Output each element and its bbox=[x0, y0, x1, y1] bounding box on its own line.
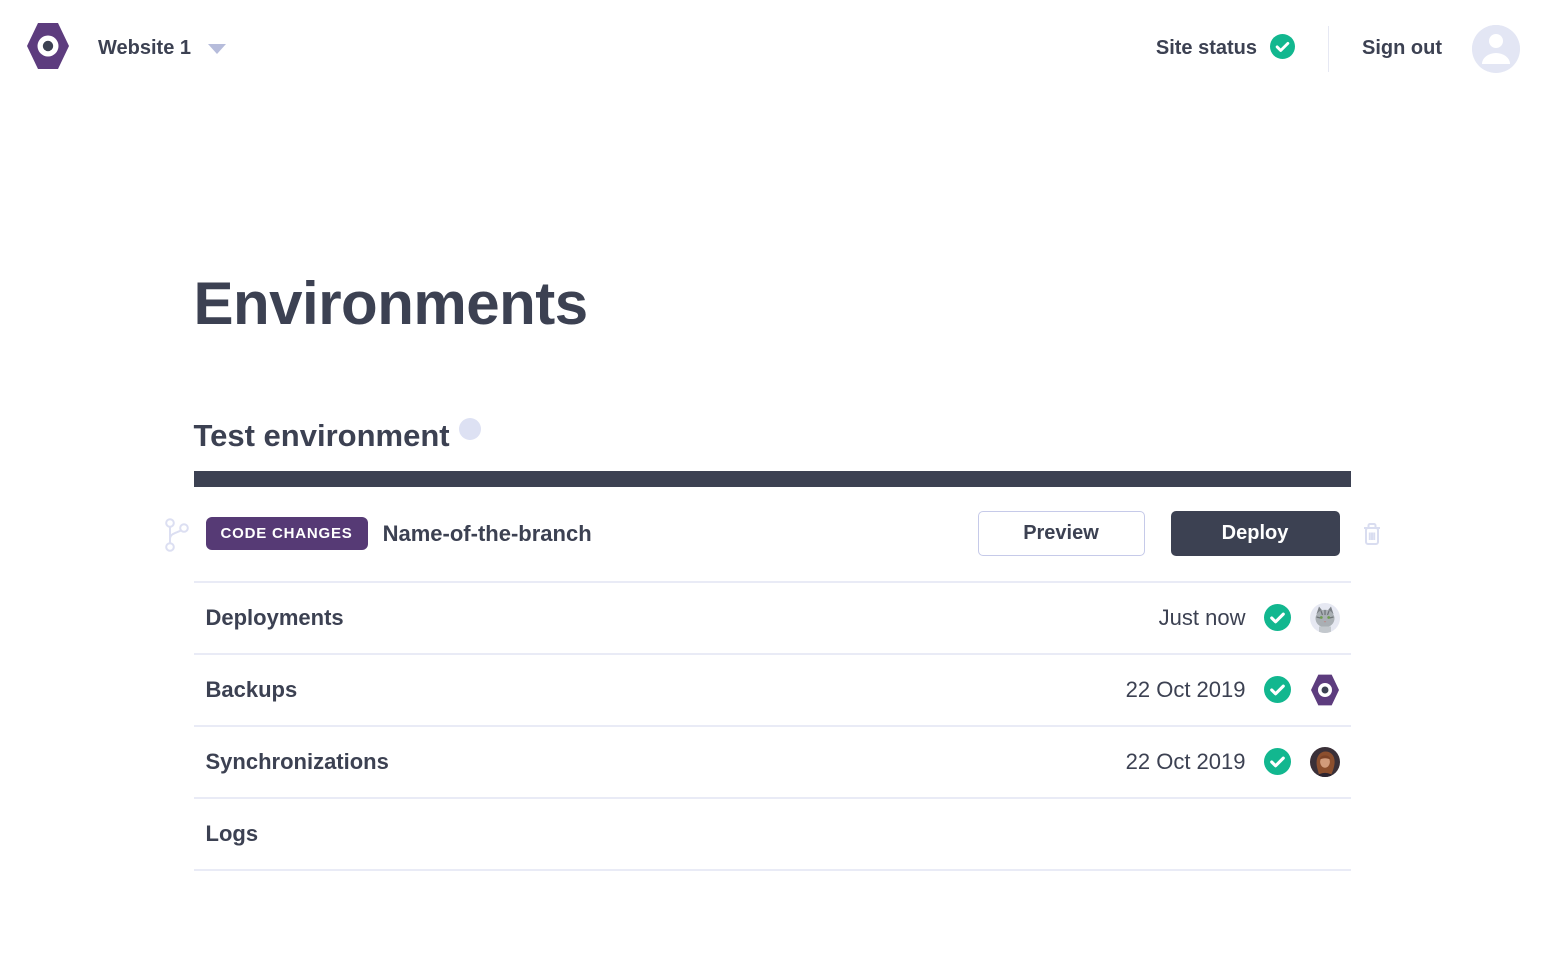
row-label: Backups bbox=[206, 677, 298, 703]
check-circle-icon bbox=[1264, 748, 1291, 775]
trash-icon[interactable] bbox=[1359, 520, 1385, 553]
table-row[interactable]: Backups 22 Oct 2019 bbox=[194, 655, 1351, 727]
header-divider bbox=[1328, 26, 1329, 72]
deploy-button[interactable]: Deploy bbox=[1171, 511, 1340, 556]
main-content: Environments Test environment CODE CHANG… bbox=[194, 269, 1351, 871]
table-row[interactable]: Logs bbox=[194, 799, 1351, 871]
row-label: Deployments bbox=[206, 605, 344, 631]
person-icon bbox=[1472, 25, 1520, 73]
top-nav: Website 1 Site status Sign out bbox=[0, 0, 1544, 97]
environment-status-dot bbox=[459, 418, 481, 440]
row-timestamp: 22 Oct 2019 bbox=[1126, 677, 1246, 703]
site-selector[interactable]: Website 1 bbox=[98, 37, 226, 60]
branch-row: CODE CHANGES Name-of-the-branch Preview … bbox=[194, 487, 1351, 581]
woman-avatar bbox=[1310, 747, 1340, 777]
row-timestamp: Just now bbox=[1159, 605, 1246, 631]
hexagon-logo-icon bbox=[26, 22, 70, 75]
code-changes-badge: CODE CHANGES bbox=[206, 517, 368, 550]
check-circle-icon bbox=[1270, 34, 1295, 64]
cat-avatar bbox=[1310, 603, 1340, 633]
chevron-down-icon bbox=[208, 44, 226, 54]
hexagon-logo-avatar bbox=[1310, 674, 1340, 706]
app-logo[interactable] bbox=[26, 22, 70, 75]
environment-header: Test environment bbox=[194, 418, 1351, 454]
page-title: Environments bbox=[194, 269, 1351, 338]
row-timestamp: 22 Oct 2019 bbox=[1126, 749, 1246, 775]
site-selector-label: Website 1 bbox=[98, 37, 191, 60]
table-row[interactable]: Deployments Just now bbox=[194, 583, 1351, 655]
row-label: Synchronizations bbox=[206, 749, 389, 775]
user-avatar[interactable] bbox=[1472, 25, 1520, 73]
preview-button[interactable]: Preview bbox=[978, 511, 1145, 556]
check-circle-icon bbox=[1264, 676, 1291, 703]
table-row[interactable]: Synchronizations 22 Oct 2019 bbox=[194, 727, 1351, 799]
environment-table: Deployments Just now bbox=[194, 581, 1351, 871]
site-status-label: Site status bbox=[1156, 37, 1257, 60]
site-status[interactable]: Site status bbox=[1156, 34, 1295, 64]
row-label: Logs bbox=[206, 821, 259, 847]
git-branch-icon bbox=[164, 517, 190, 558]
branch-name: Name-of-the-branch bbox=[383, 521, 592, 547]
environment-title: Test environment bbox=[194, 418, 450, 454]
check-circle-icon bbox=[1264, 604, 1291, 631]
sign-out-link[interactable]: Sign out bbox=[1362, 37, 1442, 60]
environment-header-bar bbox=[194, 471, 1351, 487]
